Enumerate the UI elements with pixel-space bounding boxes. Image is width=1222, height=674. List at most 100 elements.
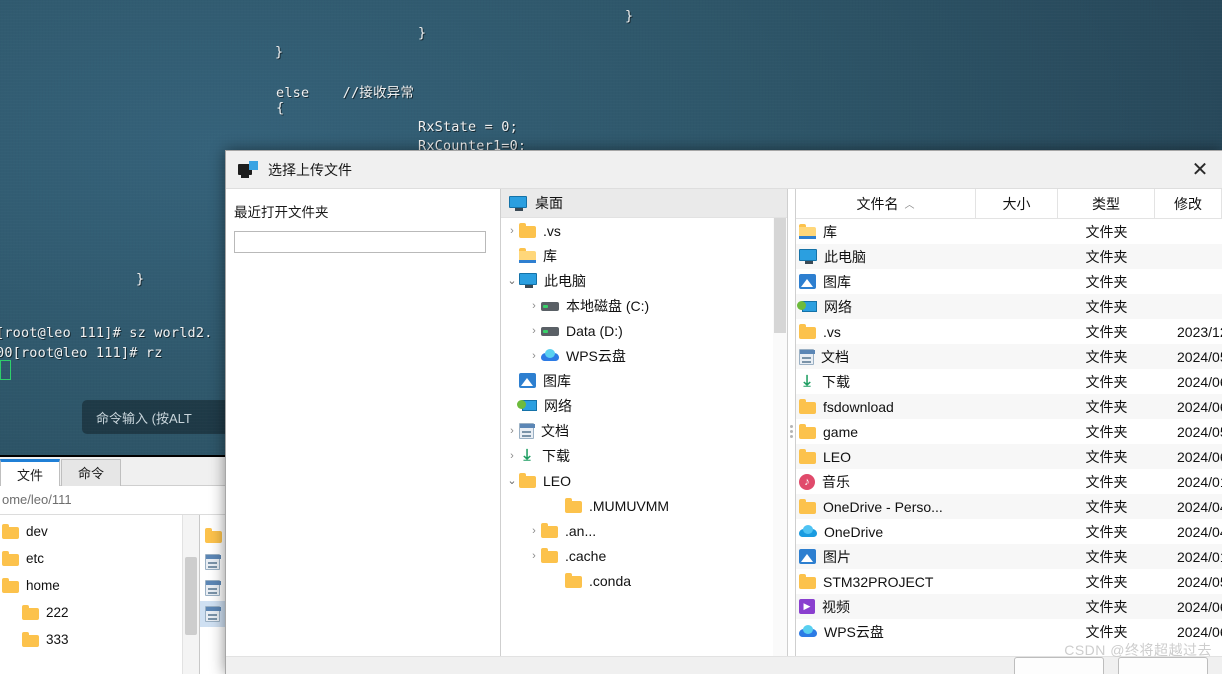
cancel-button[interactable] [1118,657,1208,674]
tree-node-label: .MUMUVMM [589,497,670,514]
tree-node[interactable]: 库 [501,243,787,268]
file-modified-cell: 2024/05/ [1177,348,1222,365]
file-name-cell: WPS云盘 [796,622,976,642]
table-row[interactable]: game 文件夹 2024/05/ [796,419,1222,444]
folder-tree-scroll-area[interactable]: › .vs 库 ⌄ 此电脑 › 本地磁盘 (C:) › Data (D:) › WPS云盘 图库 网络 ›… [501,218,787,674]
document-icon [205,580,221,596]
file-type-cell: 文件夹 [1085,223,1128,240]
table-row[interactable]: WPS云盘 文件夹 2024/06/ [796,619,1222,644]
tab-files-label: 文件 [17,468,44,483]
folder-icon [519,222,536,238]
tree-node[interactable]: › .an... [501,518,787,543]
file-list-rows[interactable]: 库文件夹此电脑文件夹图库文件夹网络文件夹.vs文件夹2023/12/文档文件夹2… [796,219,1222,674]
table-row[interactable]: STM32PROJECT 文件夹 2024/05/ [796,569,1222,594]
select-upload-file-dialog: 选择上传文件 ✕ 最近打开文件夹 桌面 › .vs 库 ⌄ 此电脑 › 本地磁盘 (C:) ›… [225,150,1222,674]
column-header-type[interactable]: 类型 [1058,189,1155,218]
chevron-right-icon[interactable]: › [527,325,541,337]
tree-node[interactable]: › ⤓ 下载 [501,443,787,468]
file-name-cell: 图库 [796,272,976,292]
table-row[interactable]: 图库 文件夹 [796,269,1222,294]
column-header-filename[interactable]: 文件名 ︿ [796,189,976,218]
picture-icon [799,549,816,564]
tree-node[interactable]: › 文档 [501,418,787,443]
terminal-cursor [0,360,11,380]
download-icon: ⤓ [523,446,531,464]
list-item[interactable]: 222 [0,599,182,626]
table-row[interactable]: 图片 文件夹 2024/01/ [796,544,1222,569]
column-header-modified[interactable]: 修改 [1155,189,1222,218]
file-modified-cell: 2023/12/ [1177,323,1222,340]
file-name-label: STM32PROJECT [823,573,934,590]
file-modified-cell: 2024/06/ [1177,598,1222,615]
chevron-down-icon[interactable]: ⌄ [505,474,519,487]
panel-splitter[interactable] [788,189,795,674]
table-row[interactable]: OneDrive 文件夹 2024/04/ [796,519,1222,544]
chevron-right-icon[interactable]: › [505,450,519,462]
tree-node[interactable]: 图库 [501,368,787,393]
list-item[interactable]: etc [0,545,182,572]
table-row[interactable]: 网络 文件夹 [796,294,1222,319]
folder-tree-header[interactable]: 桌面 [501,189,787,218]
table-row[interactable]: ♪ 音乐 文件夹 2024/01/ [796,469,1222,494]
table-row[interactable]: ⤓ 下载 文件夹 2024/06/ [796,369,1222,394]
file-name-cell: fsdownload [796,398,976,415]
column-header-size[interactable]: 大小 [976,189,1058,218]
recent-folders-input[interactable] [234,231,486,253]
file-name-cell: LEO [796,448,976,465]
table-row[interactable]: fsdownload 文件夹 2024/06/ [796,394,1222,419]
tab-commands[interactable]: 命令 [61,459,122,486]
tree-node[interactable]: › .cache [501,543,787,568]
cloud-icon [799,525,817,538]
table-row[interactable]: OneDrive - Perso... 文件夹 2024/04/ [796,494,1222,519]
chevron-right-icon[interactable]: › [527,300,541,312]
tree-node[interactable]: ⌄ LEO [501,468,787,493]
list-item[interactable]: home [0,572,182,599]
folder-icon [799,323,816,339]
table-row[interactable]: ▶ 视频 文件夹 2024/06/ [796,594,1222,619]
close-icon[interactable]: ✕ [1178,151,1222,188]
tree-node[interactable]: .conda [501,568,787,593]
chevron-right-icon[interactable]: › [527,525,541,537]
file-name-label: 此电脑 [824,248,866,265]
tree-node[interactable]: › Data (D:) [501,318,787,343]
tree-node[interactable]: › .vs [501,218,787,243]
chevron-right-icon[interactable]: › [505,425,519,437]
column-header-modified-label: 修改 [1174,195,1202,212]
table-row[interactable]: 文档 文件夹 2024/05/ [796,344,1222,369]
tree-vertical-scrollbar[interactable] [773,218,787,658]
table-row[interactable]: 库 文件夹 [796,219,1222,244]
tree-node[interactable]: › WPS云盘 [501,343,787,368]
list-item[interactable]: 333 [0,626,182,653]
tree-node[interactable]: .MUMUVMM [501,493,787,518]
sftp-tree[interactable]: dev etc home 222 333 [0,515,182,674]
table-row[interactable]: .vs 文件夹 2023/12/ [796,319,1222,344]
file-type-cell: 文件夹 [1085,248,1128,265]
tab-files[interactable]: 文件 [0,459,61,486]
chevron-right-icon[interactable]: › [505,225,519,237]
download-icon: ⤓ [803,372,811,390]
tree-node[interactable]: 网络 [501,393,787,418]
tree-node-label: LEO [543,472,572,489]
command-input-placeholder-text: 命令输入 (按ALT [96,410,192,426]
sftp-vertical-scrollbar[interactable] [182,515,199,674]
open-button[interactable] [1014,657,1104,674]
tree-scrollbar-thumb[interactable] [774,218,786,333]
monitor-icon [799,249,817,264]
tree-node[interactable]: › 本地磁盘 (C:) [501,293,787,318]
dialog-title-bar[interactable]: 选择上传文件 ✕ [226,151,1222,188]
terminal-code-line: { [276,100,285,116]
table-row[interactable]: 此电脑 文件夹 [796,244,1222,269]
sftp-scrollbar-thumb[interactable] [185,557,197,635]
folder-icon [799,423,816,439]
chevron-right-icon[interactable]: › [527,550,541,562]
file-type-cell: 文件夹 [1085,473,1128,490]
folder-tree-nodes[interactable]: › .vs 库 ⌄ 此电脑 › 本地磁盘 (C:) › Data (D:) › WPS云盘 图库 网络 ›… [501,218,787,593]
table-row[interactable]: LEO 文件夹 2024/06/ [796,444,1222,469]
document-icon [205,554,221,570]
splitter-dot [790,435,793,438]
chevron-right-icon[interactable]: › [527,350,541,362]
list-item[interactable]: dev [0,518,182,545]
chevron-down-icon[interactable]: ⌄ [505,274,519,287]
folder-icon [565,572,582,588]
tree-node[interactable]: ⌄ 此电脑 [501,268,787,293]
